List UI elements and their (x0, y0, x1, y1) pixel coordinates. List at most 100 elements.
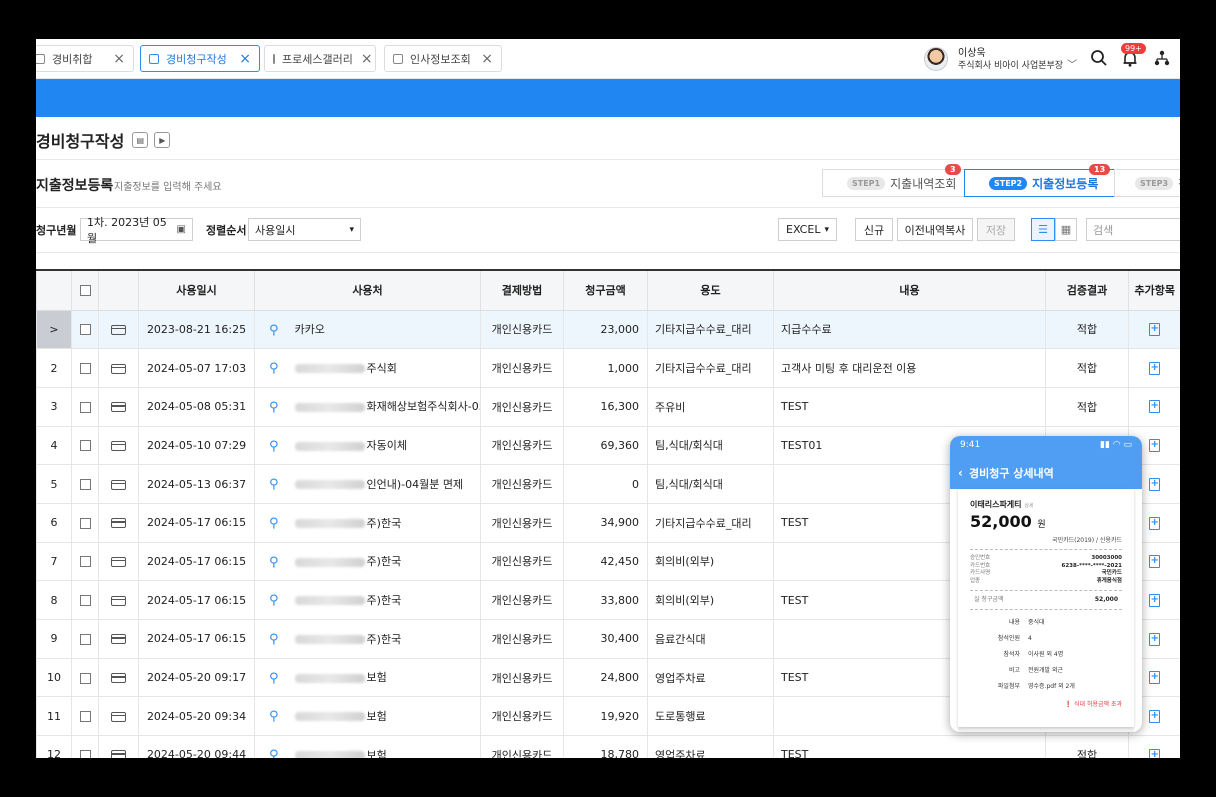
extra-cell[interactable]: + (1128, 387, 1180, 427)
row-checkbox[interactable] (79, 595, 91, 607)
tab-hr-info[interactable]: 인사정보조회 × (384, 45, 502, 72)
row-checkbox-cell[interactable] (71, 735, 99, 758)
row-checkbox-cell[interactable] (71, 310, 99, 350)
period-select[interactable]: 1차. 2023년 05월 ▣ (80, 216, 193, 245)
org-chart-icon[interactable] (1154, 50, 1170, 66)
usage-cell[interactable]: 팀,식대/회식대 (647, 426, 774, 466)
usage-cell[interactable]: 영업주차료 (647, 658, 774, 698)
usage-cell[interactable]: 기타지급수수료_대리 (647, 503, 774, 543)
header-content[interactable]: 내용 (773, 269, 1046, 311)
location-pin-icon[interactable]: ⚲ (269, 516, 279, 531)
content-cell[interactable]: TEST (773, 735, 1046, 758)
table-row[interactable]: >2023-08-21 16:25 ⚲ 카카오 개인신용카드 23,000 기타지급수수료… (36, 310, 1180, 350)
tab-expense-claim[interactable]: 경비청구작성 × (140, 45, 260, 72)
row-checkbox[interactable] (79, 711, 91, 723)
location-pin-icon[interactable]: ⚲ (269, 632, 279, 647)
location-pin-icon[interactable]: ⚲ (269, 709, 279, 724)
manual-icon[interactable]: ▤ (132, 132, 149, 148)
list-view-icon[interactable]: ☰ (1031, 218, 1055, 241)
step-3[interactable]: STEP3 청 (1114, 169, 1180, 197)
content-cell[interactable]: 고객사 미팅 후 대리운전 이용 (773, 348, 1046, 388)
row-checkbox-cell[interactable] (71, 580, 99, 620)
row-checkbox-cell[interactable] (71, 426, 99, 466)
sort-select[interactable]: 사용일시 ▾ (248, 218, 361, 241)
header-result[interactable]: 검증결과 (1045, 269, 1129, 311)
play-icon[interactable]: ▶ (154, 132, 171, 148)
row-checkbox[interactable] (79, 324, 91, 336)
add-item-icon[interactable]: + (1149, 477, 1161, 491)
add-item-icon[interactable]: + (1149, 709, 1161, 723)
row-checkbox[interactable] (79, 479, 91, 491)
add-item-icon[interactable]: + (1149, 632, 1161, 646)
step-2[interactable]: STEP2 지출정보등록 13 (964, 164, 1116, 197)
close-icon[interactable]: × (481, 51, 493, 67)
row-checkbox[interactable] (79, 749, 91, 758)
add-item-icon[interactable]: + (1149, 400, 1161, 414)
location-pin-icon[interactable]: ⚲ (269, 593, 279, 608)
row-checkbox[interactable] (79, 633, 91, 645)
tab-process-gallery[interactable]: 프로세스갤러리 × (264, 45, 376, 72)
excel-button[interactable]: EXCEL ▾ (778, 218, 837, 241)
step-1[interactable]: STEP1 지출내역조회 3 (822, 164, 968, 197)
header-usage[interactable]: 용도 (647, 269, 774, 311)
usage-cell[interactable]: 기타지급수수료_대리 (647, 310, 774, 350)
row-checkbox-cell[interactable] (71, 619, 99, 659)
row-checkbox-cell[interactable] (71, 658, 99, 698)
calendar-icon[interactable]: ▣ (177, 224, 186, 235)
row-checkbox-cell[interactable] (71, 542, 99, 582)
search-icon[interactable] (1090, 49, 1108, 67)
row-checkbox-cell[interactable] (71, 387, 99, 427)
row-checkbox[interactable] (79, 556, 91, 568)
copy-prev-button[interactable]: 이전내역복사 (897, 218, 973, 241)
usage-cell[interactable]: 주유비 (647, 387, 774, 427)
row-checkbox[interactable] (79, 440, 91, 452)
usage-cell[interactable]: 기타지급수수료_대리 (647, 348, 774, 388)
new-button[interactable]: 신규 (855, 218, 893, 241)
tab-expense-collect[interactable]: 경비취합 × (36, 45, 134, 72)
add-item-icon[interactable]: + (1149, 516, 1161, 530)
header-extra[interactable]: 추가항목 (1128, 269, 1180, 311)
save-button[interactable]: 저장 (977, 218, 1015, 241)
location-pin-icon[interactable]: ⚲ (269, 361, 279, 376)
grid-view-icon[interactable]: ▦ (1055, 218, 1077, 241)
header-date[interactable]: 사용일시 (138, 269, 255, 311)
add-item-icon[interactable]: + (1149, 671, 1161, 685)
header-amount[interactable]: 청구금액 (563, 269, 648, 311)
row-checkbox-cell[interactable] (71, 503, 99, 543)
add-item-icon[interactable]: + (1149, 555, 1161, 569)
content-cell[interactable]: TEST (773, 387, 1046, 427)
usage-cell[interactable]: 회의비(외부) (647, 580, 774, 620)
usage-cell[interactable]: 영업주차료 (647, 735, 774, 758)
extra-cell[interactable]: + (1128, 735, 1180, 758)
table-row[interactable]: 3 2024-05-08 05:31 ⚲ 화재해상보험주식회사-05' 개인신용카드 16… (36, 387, 1180, 427)
add-item-icon[interactable]: + (1149, 748, 1161, 758)
table-row[interactable]: 12 2024-05-20 09:44 ⚲ 보험 개인신용카드 18,780 영업주차료 TE… (36, 735, 1180, 758)
add-item-icon[interactable]: + (1149, 323, 1161, 337)
usage-cell[interactable]: 음료간식대 (647, 619, 774, 659)
add-item-icon[interactable]: + (1149, 439, 1161, 453)
row-checkbox[interactable] (79, 363, 91, 375)
usage-cell[interactable]: 팀,식대/회식대 (647, 464, 774, 504)
location-pin-icon[interactable]: ⚲ (269, 748, 279, 758)
header-select-all[interactable] (71, 269, 99, 311)
location-pin-icon[interactable]: ⚲ (269, 477, 279, 492)
close-icon[interactable]: × (361, 51, 373, 67)
add-item-icon[interactable]: + (1149, 361, 1161, 375)
close-icon[interactable]: × (113, 51, 125, 67)
location-pin-icon[interactable]: ⚲ (269, 555, 279, 570)
row-checkbox[interactable] (79, 672, 91, 684)
user-profile[interactable]: 이상욱 주식회사 비아이 사업본부장 ﹀ (924, 45, 1077, 73)
table-row[interactable]: 2 2024-05-07 17:03 ⚲ 주식회 개인신용카드 1,000 기타지급수수료_… (36, 348, 1180, 388)
row-checkbox[interactable] (79, 517, 91, 529)
location-pin-icon[interactable]: ⚲ (269, 400, 279, 415)
header-place[interactable]: 사용처 (254, 269, 481, 311)
location-pin-icon[interactable]: ⚲ (269, 323, 279, 338)
extra-cell[interactable]: + (1128, 310, 1180, 350)
row-checkbox[interactable] (79, 401, 91, 413)
usage-cell[interactable]: 회의비(외부) (647, 542, 774, 582)
header-payment[interactable]: 결제방법 (480, 269, 564, 311)
content-cell[interactable]: 지급수수료 (773, 310, 1046, 350)
add-item-icon[interactable]: + (1149, 593, 1161, 607)
select-all-checkbox[interactable] (79, 285, 91, 297)
usage-cell[interactable]: 도로통행료 (647, 696, 774, 737)
